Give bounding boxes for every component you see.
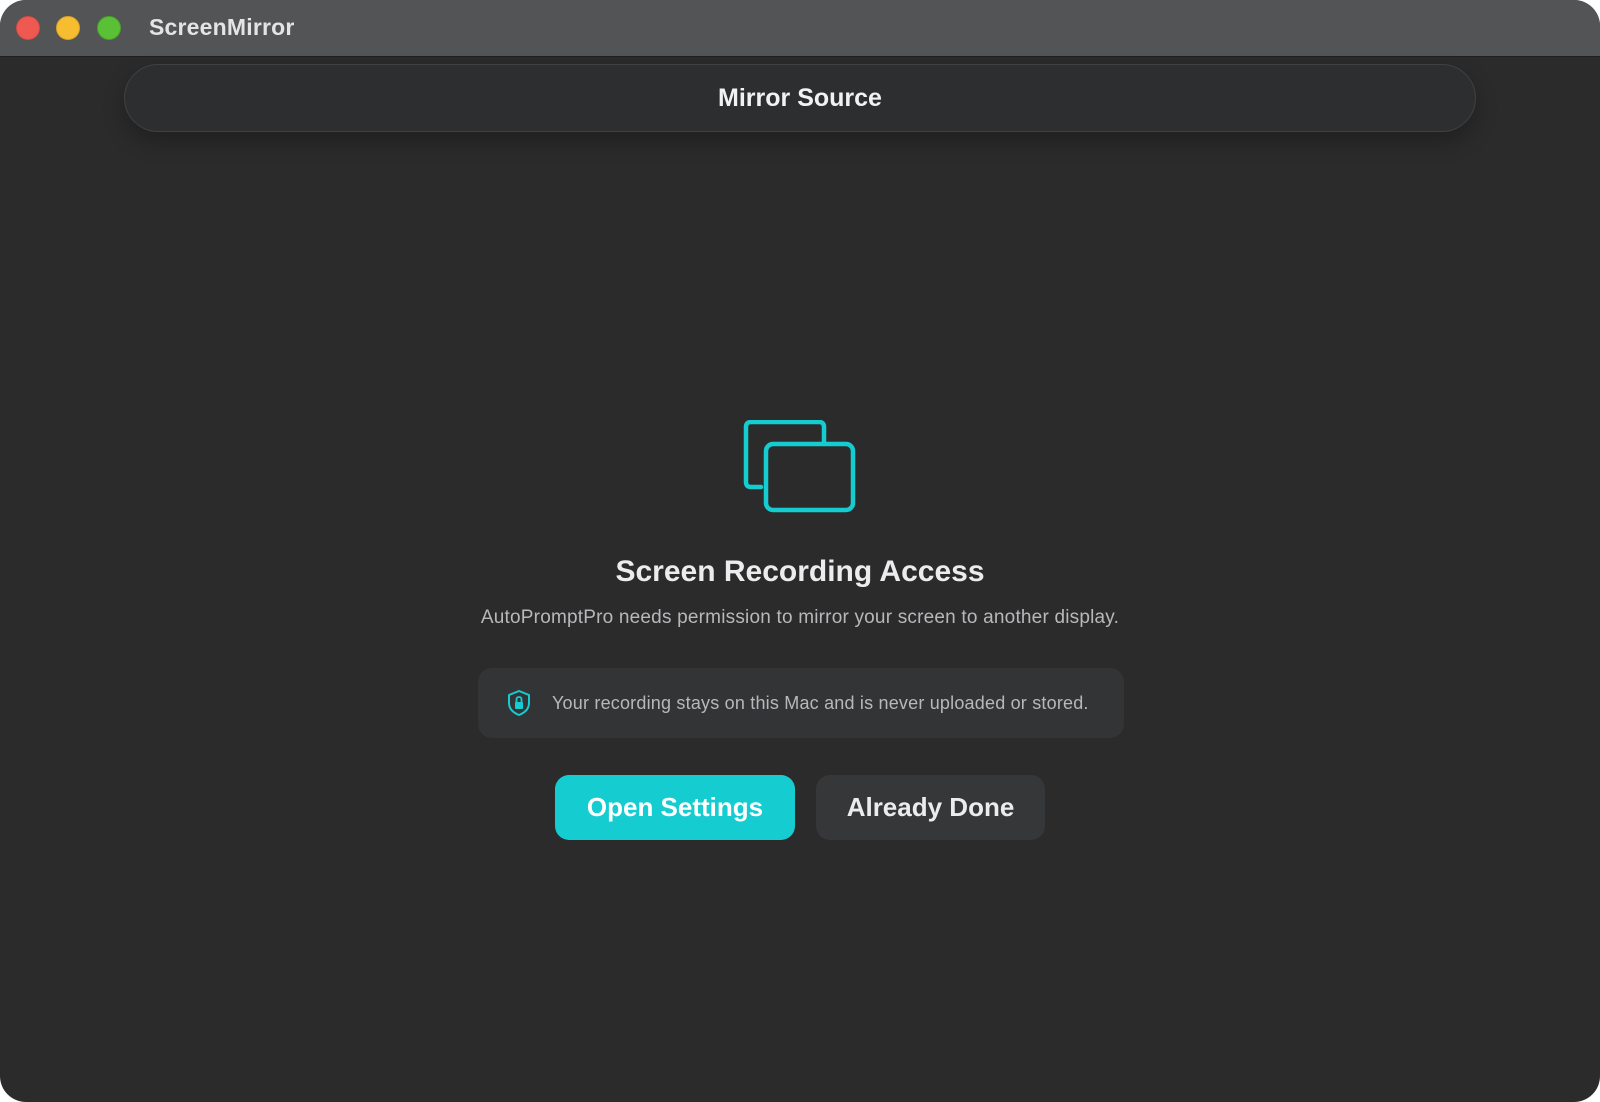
open-settings-button[interactable]: Open Settings xyxy=(555,775,795,840)
app-window: ScreenMirror Mirror Source Screen Record… xyxy=(0,0,1600,1102)
privacy-notice: Your recording stays on this Mac and is … xyxy=(478,668,1124,738)
shield-lock-icon xyxy=(508,690,530,716)
already-done-button[interactable]: Already Done xyxy=(816,775,1045,840)
title-bar[interactable]: ScreenMirror xyxy=(0,0,1600,57)
zoom-window-button[interactable] xyxy=(97,16,121,40)
screens-icon xyxy=(743,420,856,513)
privacy-notice-text: Your recording stays on this Mac and is … xyxy=(552,692,1089,713)
close-window-button[interactable] xyxy=(16,16,40,40)
permission-description: AutoPromptPro needs permission to mirror… xyxy=(480,607,1120,628)
permission-heading: Screen Recording Access xyxy=(615,555,985,588)
minimize-window-button[interactable] xyxy=(56,16,80,40)
mirror-source-bar: Mirror Source xyxy=(124,64,1476,132)
app-title: ScreenMirror xyxy=(149,14,295,40)
page-title: Mirror Source xyxy=(718,83,882,112)
